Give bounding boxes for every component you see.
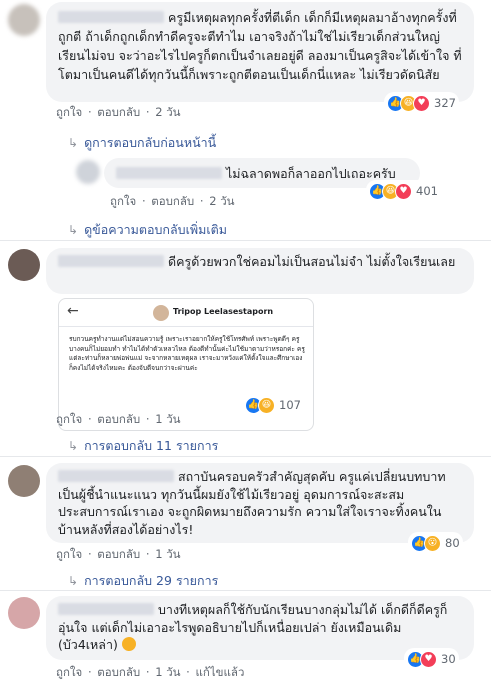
- avatar[interactable]: [8, 597, 40, 629]
- comment-actions: ถูกใจ · ตอบกลับ · 1 วัน: [56, 547, 181, 561]
- avatar[interactable]: [8, 465, 40, 497]
- reaction-summary[interactable]: 👍 ♥ 30: [404, 648, 459, 670]
- like-button[interactable]: ถูกใจ: [110, 194, 136, 208]
- commenter-name[interactable]: [116, 167, 222, 179]
- love-icon: ♥: [395, 182, 412, 200]
- comment-actions: ถูกใจ · ตอบกลับ · 1 วัน: [56, 412, 181, 426]
- reaction-count: 401: [416, 184, 438, 198]
- embed-avatar: [153, 305, 169, 321]
- reaction-summary[interactable]: 👍 😆 107: [242, 394, 304, 416]
- comment-time[interactable]: 1 วัน: [155, 665, 180, 679]
- comment-text: ครูมีเหตุผลทุกครั้งที่ตีเด็ก เด็กก็มีเหต…: [58, 10, 462, 82]
- divider: [0, 590, 491, 591]
- wow-emoji-icon: [121, 637, 136, 651]
- view-replies-link[interactable]: ↳ การตอบกลับ 11 รายการ: [68, 436, 218, 456]
- reply-arrow-icon: ↳: [68, 136, 79, 150]
- comment-text: ดีครูด้วยพวกใช่คอมไม่เป็นสอนไม่จำ ไม่ตั้…: [58, 253, 462, 271]
- wow-icon: 😮: [424, 534, 441, 552]
- like-button[interactable]: ถูกใจ: [56, 412, 82, 426]
- reaction-count: 80: [445, 536, 460, 550]
- reply-button[interactable]: ตอบกลับ: [97, 547, 140, 561]
- divider: [0, 240, 491, 241]
- comment-actions: ถูกใจ · ตอบกลับ · 1 วัน · แก้ไขแล้ว: [56, 665, 245, 679]
- reply-arrow-icon: ↳: [68, 223, 79, 237]
- commenter-name[interactable]: [58, 603, 154, 615]
- like-button[interactable]: ถูกใจ: [56, 665, 82, 679]
- reaction-count: 30: [441, 652, 456, 666]
- comment-time[interactable]: 2 วัน: [209, 194, 234, 208]
- avatar[interactable]: [8, 249, 40, 281]
- commenter-name[interactable]: [58, 255, 164, 267]
- reply-actions: ถูกใจ · ตอบกลับ · 2 วัน: [110, 194, 235, 208]
- like-button[interactable]: ถูกใจ: [56, 105, 82, 119]
- reply-arrow-icon: ↳: [68, 439, 79, 453]
- comment-bubble: ดีครูด้วยพวกใช่คอมไม่เป็นสอนไม่จำ ไม่ตั้…: [46, 248, 474, 294]
- comment-time[interactable]: 2 วัน: [155, 105, 180, 119]
- comment-text: สถาบันครอบครัวสำคัญสุดคับ ครูแค่เปลี่ยนบ…: [58, 469, 446, 537]
- comment-time[interactable]: 1 วัน: [155, 412, 180, 426]
- see-previous-replies-link[interactable]: ↳ ดูการตอบกลับก่อนหน้านี้: [68, 133, 216, 153]
- comment-bubble: สถาบันครอบครัวสำคัญสุดคับ ครูแค่เปลี่ยนบ…: [46, 463, 474, 543]
- see-more-replies-link[interactable]: ↳ ดูข้อความตอบกลับเพิ่มเติม: [68, 220, 227, 240]
- comment-text: บางทีเหตุผลก็ใช้กับนักเรียนบางกลุ่มไม่ได…: [58, 602, 448, 652]
- edited-label[interactable]: แก้ไขแล้ว: [195, 665, 244, 679]
- embed-name: Tripop Leelasestaporn: [173, 307, 274, 316]
- reply-button[interactable]: ตอบกลับ: [97, 665, 140, 679]
- divider: [0, 456, 491, 457]
- comment-actions: ถูกใจ · ตอบกลับ · 2 วัน: [56, 105, 181, 119]
- reaction-summary[interactable]: 👍 😮 80: [408, 532, 463, 554]
- embed-text: รบกวนครูทำงานแต่ไม่สอนความรู้ เพราะเราอย…: [69, 335, 305, 372]
- love-icon: ♥: [413, 94, 430, 112]
- reaction-count: 107: [279, 398, 301, 412]
- like-button[interactable]: ถูกใจ: [56, 547, 82, 561]
- avatar[interactable]: [8, 4, 40, 36]
- reaction-count: 327: [434, 96, 456, 110]
- reaction-summary[interactable]: 👍 😆 ♥ 327: [384, 92, 459, 114]
- love-icon: ♥: [420, 650, 437, 668]
- reply-button[interactable]: ตอบกลับ: [151, 194, 194, 208]
- haha-icon: 😆: [258, 396, 275, 414]
- reply-button[interactable]: ตอบกลับ: [97, 105, 140, 119]
- view-replies-link[interactable]: ↳ การตอบกลับ 29 รายการ: [68, 571, 218, 591]
- back-arrow-icon: ←: [67, 303, 79, 319]
- commenter-name[interactable]: [58, 11, 164, 23]
- reaction-summary[interactable]: 👍 😆 ♥ 401: [366, 180, 441, 202]
- reply-button[interactable]: ตอบกลับ: [97, 412, 140, 426]
- reply-text: ไม่ฉลาดพอก็ลาออกไปเถอะครับ: [116, 164, 408, 183]
- comment-bubble: ครูมีเหตุผลทุกครั้งที่ตีเด็ก เด็กก็มีเหต…: [46, 2, 474, 102]
- commenter-name[interactable]: [58, 470, 174, 482]
- comment-time[interactable]: 1 วัน: [155, 547, 180, 561]
- avatar[interactable]: [76, 160, 100, 184]
- reply-arrow-icon: ↳: [68, 574, 79, 588]
